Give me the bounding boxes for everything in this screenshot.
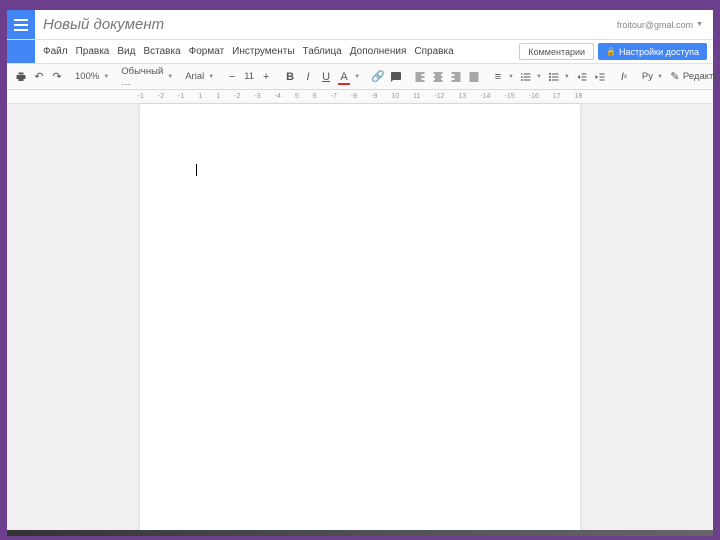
text-cursor (196, 164, 197, 176)
undo-icon: ↶ (33, 71, 45, 83)
numbered-list-button[interactable]: ▼ (520, 71, 542, 83)
comment-icon (390, 71, 402, 83)
account-email: froitour@gmal.com (617, 20, 693, 30)
menu-bar: Файл Правка Вид Вставка Формат Инструмен… (7, 40, 713, 64)
link-icon: 🔗 (372, 71, 384, 83)
bold-button[interactable]: B (284, 71, 296, 83)
style-value: Обычный … (121, 66, 163, 88)
menu-help[interactable]: Справка (414, 46, 453, 57)
editing-mode-button[interactable]: ✎ Редактиров… ▼ (669, 71, 720, 83)
redo-button[interactable]: ↷ (51, 71, 63, 83)
italic-icon: I (302, 71, 314, 83)
line-spacing-icon: ≡ (492, 71, 504, 83)
lang-value: Ру (642, 71, 653, 82)
menu-edit[interactable]: Правка (76, 46, 110, 57)
comments-button[interactable]: Комментарии (519, 43, 594, 60)
toolbar: ↶ ↷ 100% ▼ Обычный … ▼ Arial ▼ − 11 + B I U… (7, 64, 713, 90)
chevron-down-icon: ▼ (696, 21, 703, 28)
print-icon (15, 71, 27, 83)
chevron-down-icon: ▼ (167, 74, 173, 80)
lock-icon: 🔒 (606, 47, 616, 56)
horizontal-ruler[interactable]: -1 -2 -1 1 1 -2 -3 -4 5 6 -7 -8 -9 10 11… (7, 90, 713, 104)
menu-list: Файл Правка Вид Вставка Формат Инструмен… (35, 40, 454, 63)
zoom-select[interactable]: 100% ▼ (75, 71, 109, 82)
menu-format[interactable]: Формат (189, 46, 225, 57)
align-center-icon (432, 71, 444, 83)
indent-dec-button[interactable] (576, 71, 588, 83)
bullet-list-button[interactable]: ▼ (548, 71, 570, 83)
bold-icon: B (284, 71, 296, 83)
align-left-icon (414, 71, 426, 83)
comment-button[interactable] (390, 71, 402, 83)
align-justify-icon (468, 71, 480, 83)
fontsize-dec[interactable]: − (226, 71, 238, 83)
document-page[interactable] (140, 104, 580, 530)
print-button[interactable] (15, 71, 27, 83)
menu-icon[interactable] (7, 10, 35, 39)
chevron-down-icon: ▼ (657, 74, 663, 80)
fontsize-inc[interactable]: + (260, 71, 272, 83)
zoom-value: 100% (75, 71, 99, 82)
chevron-down-icon: ▼ (354, 74, 360, 80)
redo-icon: ↷ (51, 71, 63, 83)
align-center-button[interactable] (432, 71, 444, 83)
text-color-icon: A (338, 71, 350, 83)
document-title[interactable]: Новый документ (35, 10, 607, 39)
clear-format-button[interactable]: Ix (618, 71, 630, 83)
menu-file[interactable]: Файл (43, 46, 68, 57)
chevron-down-icon: ▼ (564, 74, 570, 80)
account-link[interactable]: froitour@gmal.com ▼ (607, 10, 713, 39)
italic-button[interactable]: I (302, 71, 314, 83)
workspace: -1 -2 -1 1 1 -2 -3 -4 5 6 -7 -8 -9 10 11… (7, 90, 713, 530)
chevron-down-icon: ▼ (536, 74, 542, 80)
chevron-down-icon: ▼ (103, 74, 109, 80)
chevron-down-icon: ▼ (208, 74, 214, 80)
fontsize-value[interactable]: 11 (244, 71, 254, 82)
menu-tools[interactable]: Инструменты (232, 46, 294, 57)
app-window: Новый документ froitour@gmal.com ▼ Файл … (7, 10, 713, 530)
font-value: Arial (185, 71, 204, 82)
undo-button[interactable]: ↶ (33, 71, 45, 83)
share-label: Настройки доступа (619, 47, 699, 57)
text-color-button[interactable]: A▼ (338, 71, 360, 83)
chevron-down-icon: ▼ (508, 74, 514, 80)
menu-table[interactable]: Таблица (303, 46, 342, 57)
taskbar (7, 530, 713, 536)
align-justify-button[interactable] (468, 71, 480, 83)
underline-icon: U (320, 71, 332, 83)
brand-pad (7, 40, 35, 63)
bullet-list-icon (548, 71, 560, 83)
header-bar: Новый документ froitour@gmal.com ▼ (7, 10, 713, 40)
indent-inc-icon (594, 71, 606, 83)
menu-insert[interactable]: Вставка (143, 46, 180, 57)
line-spacing-button[interactable]: ≡▼ (492, 71, 514, 83)
clear-format-icon: Ix (618, 71, 630, 83)
align-right-button[interactable] (450, 71, 462, 83)
align-right-icon (450, 71, 462, 83)
link-button[interactable]: 🔗 (372, 71, 384, 83)
font-select[interactable]: Arial ▼ (185, 71, 214, 82)
indent-dec-icon (576, 71, 588, 83)
editing-label: Редактиров… (683, 71, 720, 82)
menu-addons[interactable]: Дополнения (350, 46, 407, 57)
underline-button[interactable]: U (320, 71, 332, 83)
indent-inc-button[interactable] (594, 71, 606, 83)
menu-view[interactable]: Вид (117, 46, 135, 57)
pencil-icon: ✎ (669, 71, 681, 83)
numbered-list-icon (520, 71, 532, 83)
style-select[interactable]: Обычный … ▼ (121, 66, 173, 88)
align-left-button[interactable] (414, 71, 426, 83)
lang-select[interactable]: Ру ▼ (642, 71, 663, 82)
share-button[interactable]: 🔒 Настройки доступа (598, 43, 707, 60)
